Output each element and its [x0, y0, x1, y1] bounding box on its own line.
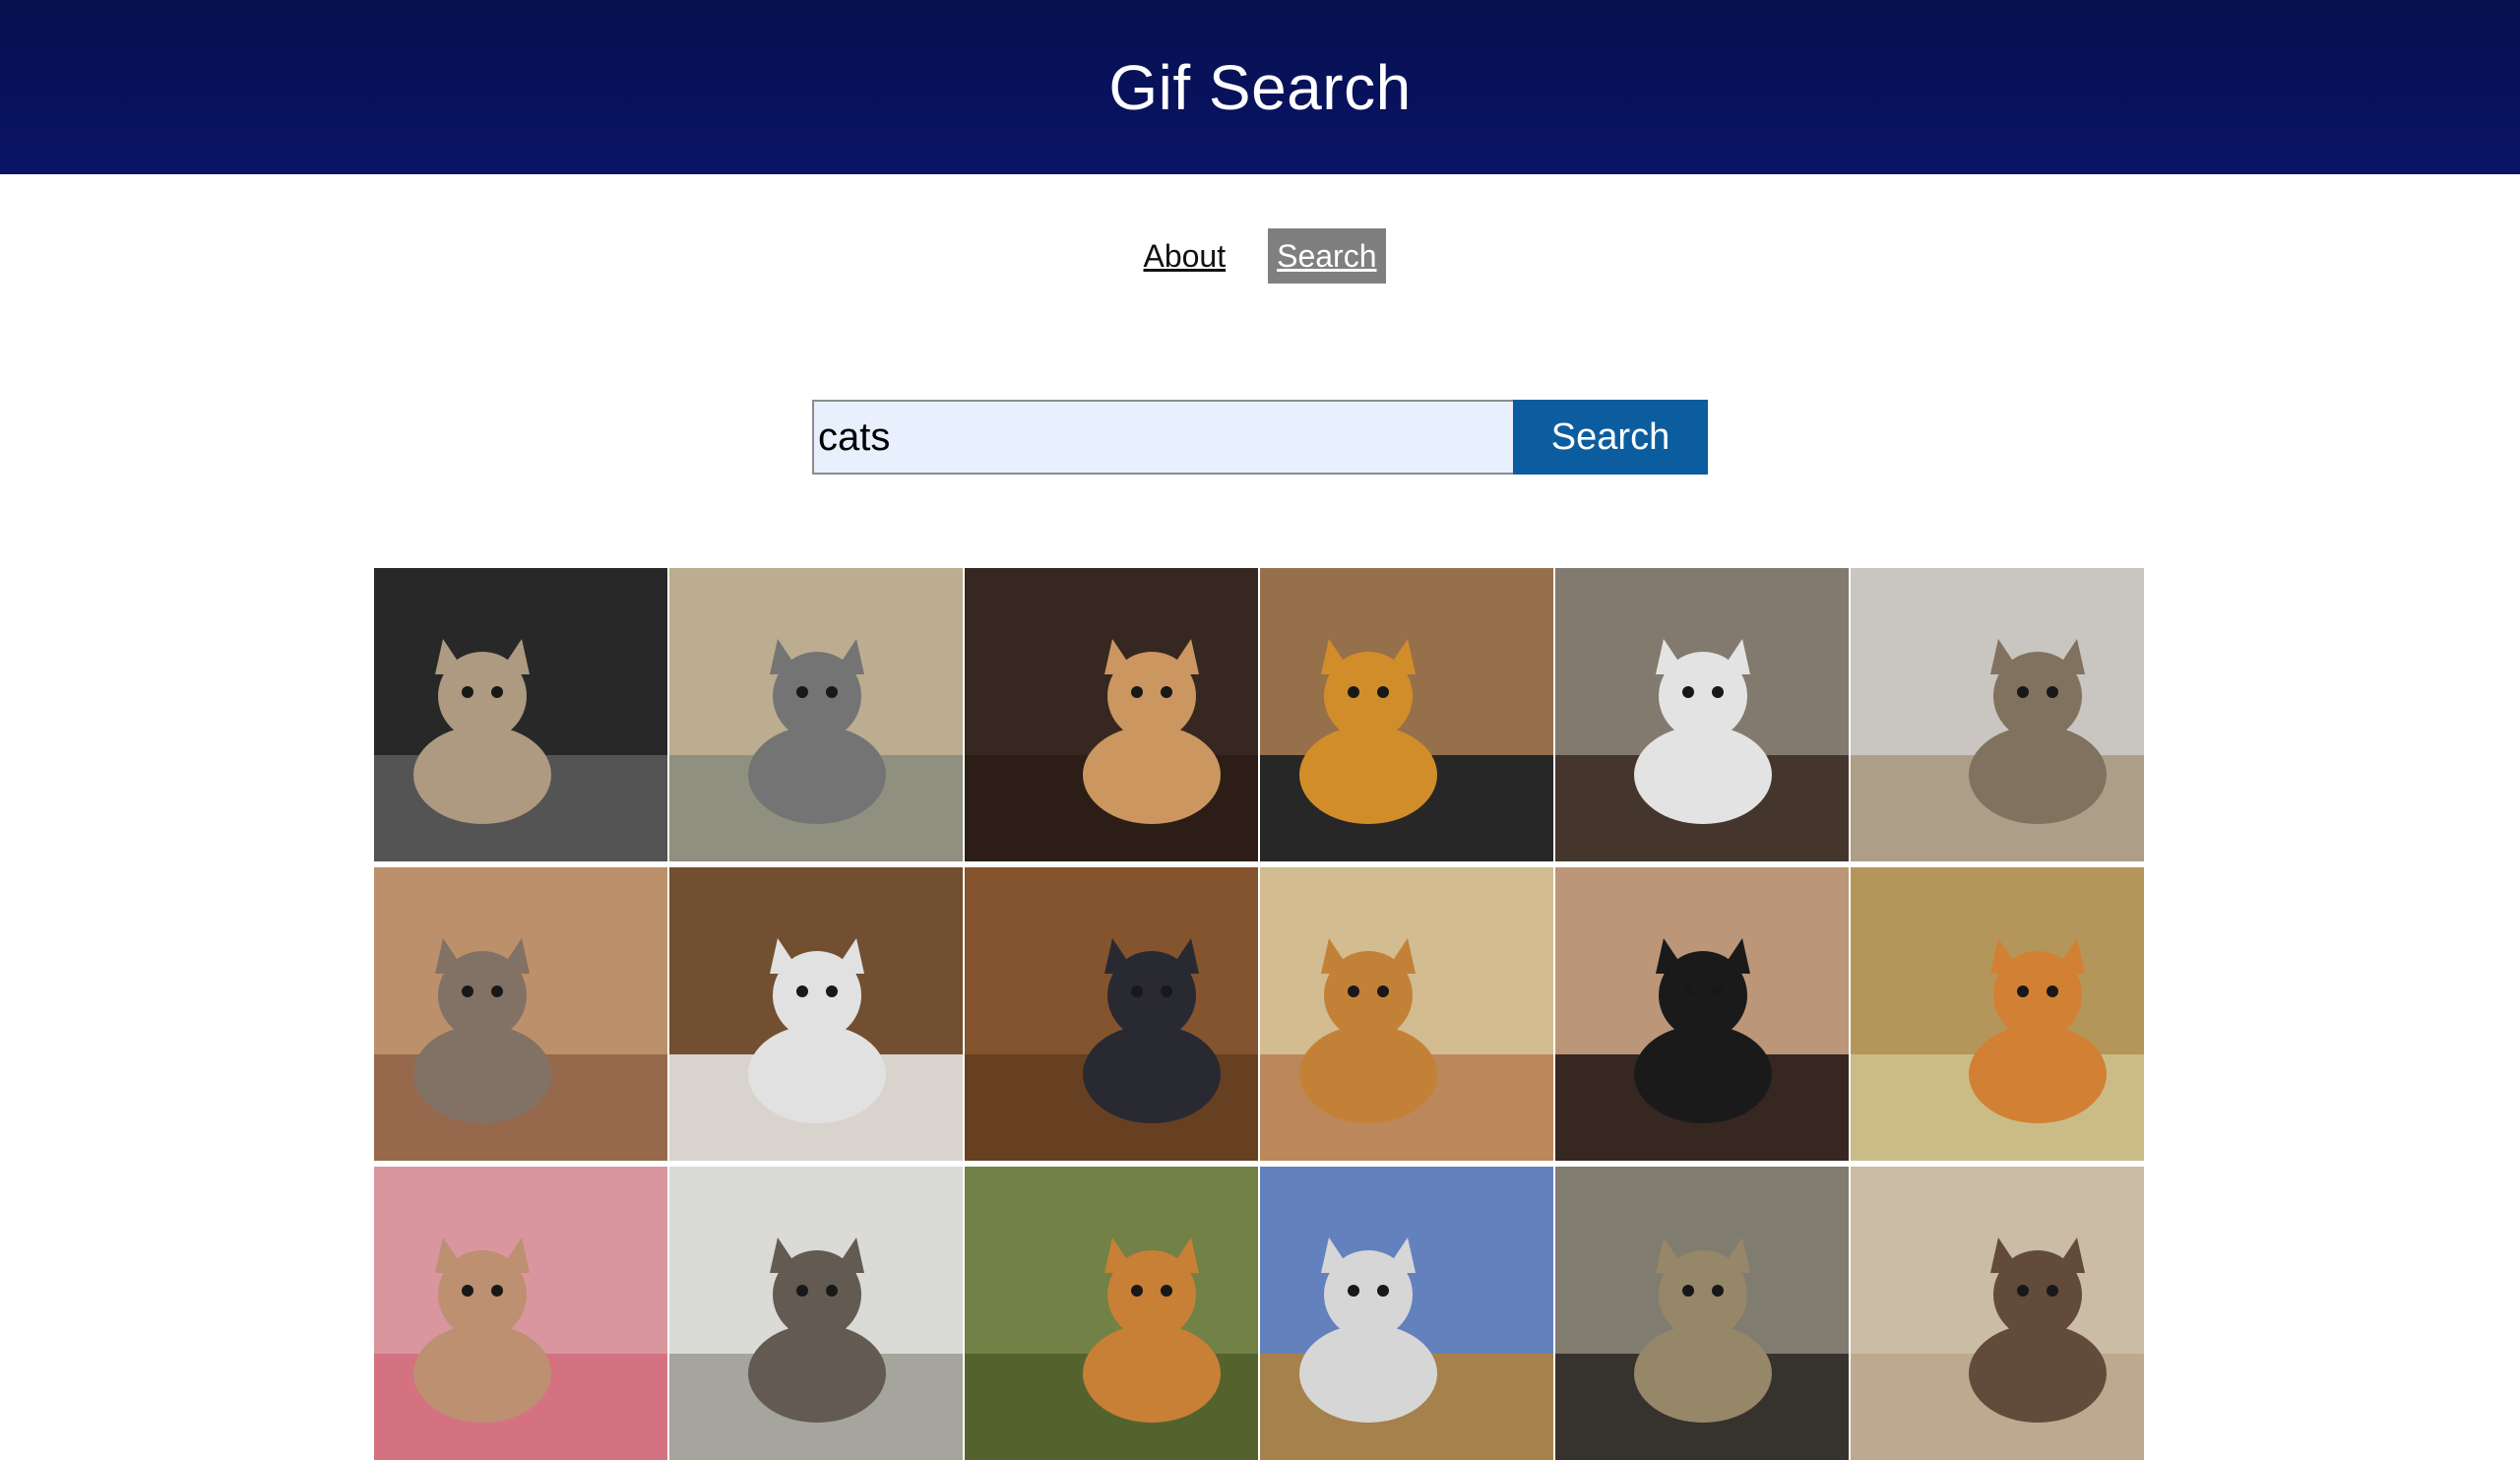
gif-results-grid	[374, 568, 2146, 1460]
black-cat-glasses-gif	[1555, 867, 1849, 1161]
gif-result[interactable]	[965, 867, 1258, 1161]
gif-result[interactable]	[1260, 867, 1553, 1161]
search-form: Search	[812, 400, 1708, 475]
gif-result[interactable]	[669, 568, 963, 861]
gif-result[interactable]	[1555, 568, 1849, 861]
cats-on-leather-couch-gif	[965, 568, 1258, 861]
cat-sunglasses-field-gif	[1260, 1167, 1553, 1460]
gif-result[interactable]	[1851, 568, 2144, 861]
nav-link-search[interactable]: Search	[1268, 228, 1386, 284]
gif-result[interactable]	[1555, 867, 1849, 1161]
cats-in-shelf-gif	[669, 867, 963, 1161]
cats-on-turntables-gif	[1260, 568, 1553, 861]
cats-cuddling-bed-gif	[1555, 568, 1849, 861]
gif-result[interactable]	[1851, 1167, 2144, 1460]
cat-outdoor-door-gif	[669, 1167, 963, 1460]
nav-link-about[interactable]: About	[1134, 228, 1234, 284]
app-header: Gif Search	[0, 0, 2520, 174]
gif-result[interactable]	[669, 867, 963, 1161]
rat-hallway-gif	[1555, 1167, 1849, 1460]
cat-with-ears-gif	[1260, 867, 1553, 1161]
cat-lightsaber-gif	[669, 568, 963, 861]
gif-result[interactable]	[374, 867, 667, 1161]
gif-result[interactable]	[965, 568, 1258, 861]
cats-in-pink-blanket-gif	[374, 1167, 667, 1460]
gif-result[interactable]	[1260, 1167, 1553, 1460]
cat-in-toilet-gif	[1851, 1167, 2144, 1460]
cat-on-motorcycle-gif	[374, 568, 667, 861]
cats-looking-up-gif	[1851, 568, 2144, 861]
gif-result[interactable]	[669, 1167, 963, 1460]
cat-on-mop-gif	[965, 867, 1258, 1161]
gif-result[interactable]	[1851, 867, 2144, 1161]
main-nav: About Search	[0, 228, 2520, 284]
gif-result[interactable]	[374, 1167, 667, 1460]
gif-result[interactable]	[374, 568, 667, 861]
app-title: Gif Search	[1108, 51, 1412, 123]
kitten-with-tablet-gif	[374, 867, 667, 1161]
gif-result[interactable]	[965, 1167, 1258, 1460]
search-input[interactable]	[812, 400, 1513, 475]
gif-result[interactable]	[1555, 1167, 1849, 1460]
gif-result[interactable]	[1260, 568, 1553, 861]
orange-cat-pillow-gif	[1851, 867, 2144, 1161]
search-button[interactable]: Search	[1513, 400, 1708, 475]
cat-and-pig-gif	[965, 1167, 1258, 1460]
